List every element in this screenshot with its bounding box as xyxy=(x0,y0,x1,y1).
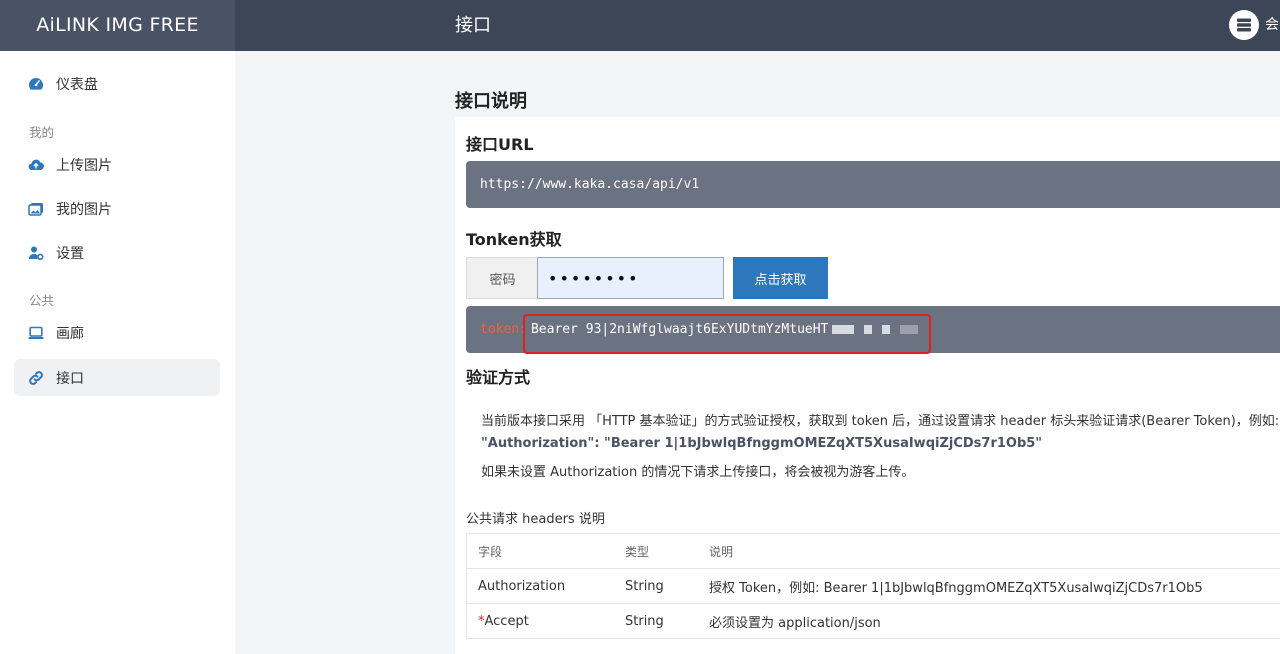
auth-guest-note: 如果未设置 Authorization 的情况下请求上传接口，将会被视为游客上传… xyxy=(481,465,915,480)
column-header: 字段 xyxy=(466,533,613,569)
sidebar-item-gallery[interactable]: 画廊 xyxy=(14,314,220,351)
auth-title: 验证方式 xyxy=(466,368,531,387)
sidebar-item-my-images[interactable]: 我的图片 xyxy=(14,190,220,227)
top-bar: AiLINK IMG FREE 接口 会 xyxy=(0,0,1280,51)
images-icon xyxy=(28,201,44,217)
field-name: Authorization xyxy=(478,578,566,594)
user-avatar[interactable] xyxy=(1229,10,1259,40)
type-cell: String xyxy=(613,603,697,639)
api-url-value: https://www.kaka.casa/api/v1 xyxy=(480,177,700,192)
sidebar-item-label: 设置 xyxy=(56,245,84,262)
sidebar-section-mine: 我的 xyxy=(29,125,55,140)
token-title: Tonken获取 xyxy=(466,230,562,249)
dashboard-icon xyxy=(28,76,44,92)
sidebar-item-label: 画廊 xyxy=(56,325,84,342)
sidebar-item-label: 上传图片 xyxy=(56,157,112,174)
main-content: 接口说明 接口URL https://www.kaka.casa/api/v1 … xyxy=(235,51,1280,654)
user-name[interactable]: 会 xyxy=(1265,0,1279,51)
column-header: 说明 xyxy=(697,533,1280,569)
sidebar-item-api[interactable]: 接口 xyxy=(14,359,220,396)
sidebar: 仪表盘 我的 上传图片 我的图片 设置 公共 画廊 接口 xyxy=(0,51,235,654)
column-header: 类型 xyxy=(613,533,697,569)
field-cell: Authorization xyxy=(466,568,613,604)
headers-title: 公共请求 headers 说明 xyxy=(466,512,605,527)
api-doc-card: 接口URL https://www.kaka.casa/api/v1 Tonke… xyxy=(455,117,1280,654)
sidebar-item-label: 接口 xyxy=(56,370,84,387)
fetch-token-button[interactable]: 点击获取 xyxy=(733,257,828,299)
laptop-icon xyxy=(28,325,44,341)
type-cell: String xyxy=(613,568,697,604)
server-icon xyxy=(1237,18,1251,32)
password-input[interactable] xyxy=(537,257,724,299)
sidebar-item-settings[interactable]: 设置 xyxy=(14,234,220,271)
section-title: 接口说明 xyxy=(455,91,527,112)
table-header-row: 字段 类型 说明 xyxy=(466,533,1280,569)
desc-cell: 授权 Token，例如: Bearer 1|1bJbwlqBfnggmOMEZq… xyxy=(697,568,1280,604)
sidebar-section-public: 公共 xyxy=(29,293,55,308)
token-highlight-box xyxy=(523,314,931,354)
field-name: Accept xyxy=(484,613,529,629)
app-brand[interactable]: AiLINK IMG FREE xyxy=(0,0,235,51)
api-url-title: 接口URL xyxy=(466,135,534,154)
field-cell: *Accept xyxy=(466,603,613,639)
table-row: *Accept String 必须设置为 application/json xyxy=(466,603,1280,639)
table-row: Authorization String 授权 Token，例如: Bearer… xyxy=(466,568,1280,604)
sidebar-item-label: 仪表盘 xyxy=(56,76,98,93)
auth-description: 当前版本接口采用 「HTTP 基本验证」的方式验证授权，获取到 token 后，… xyxy=(481,414,1280,429)
token-key: token: xyxy=(480,322,527,337)
desc-cell: 必须设置为 application/json xyxy=(697,603,1280,639)
user-gear-icon xyxy=(28,245,44,261)
auth-example: "Authorization": "Bearer 1|1bJbwlqBfnggm… xyxy=(481,436,1043,451)
sidebar-item-upload[interactable]: 上传图片 xyxy=(14,146,220,183)
sidebar-item-dashboard[interactable]: 仪表盘 xyxy=(14,65,220,102)
api-url-box[interactable]: https://www.kaka.casa/api/v1 xyxy=(466,161,1280,208)
page-heading: 接口 xyxy=(455,15,491,36)
link-icon xyxy=(28,370,44,386)
sidebar-item-label: 我的图片 xyxy=(56,201,112,218)
headers-table: 字段 类型 说明 Authorization String 授权 Token，例… xyxy=(466,533,1280,639)
cloud-upload-icon xyxy=(28,157,44,173)
password-label: 密码 xyxy=(466,257,538,299)
